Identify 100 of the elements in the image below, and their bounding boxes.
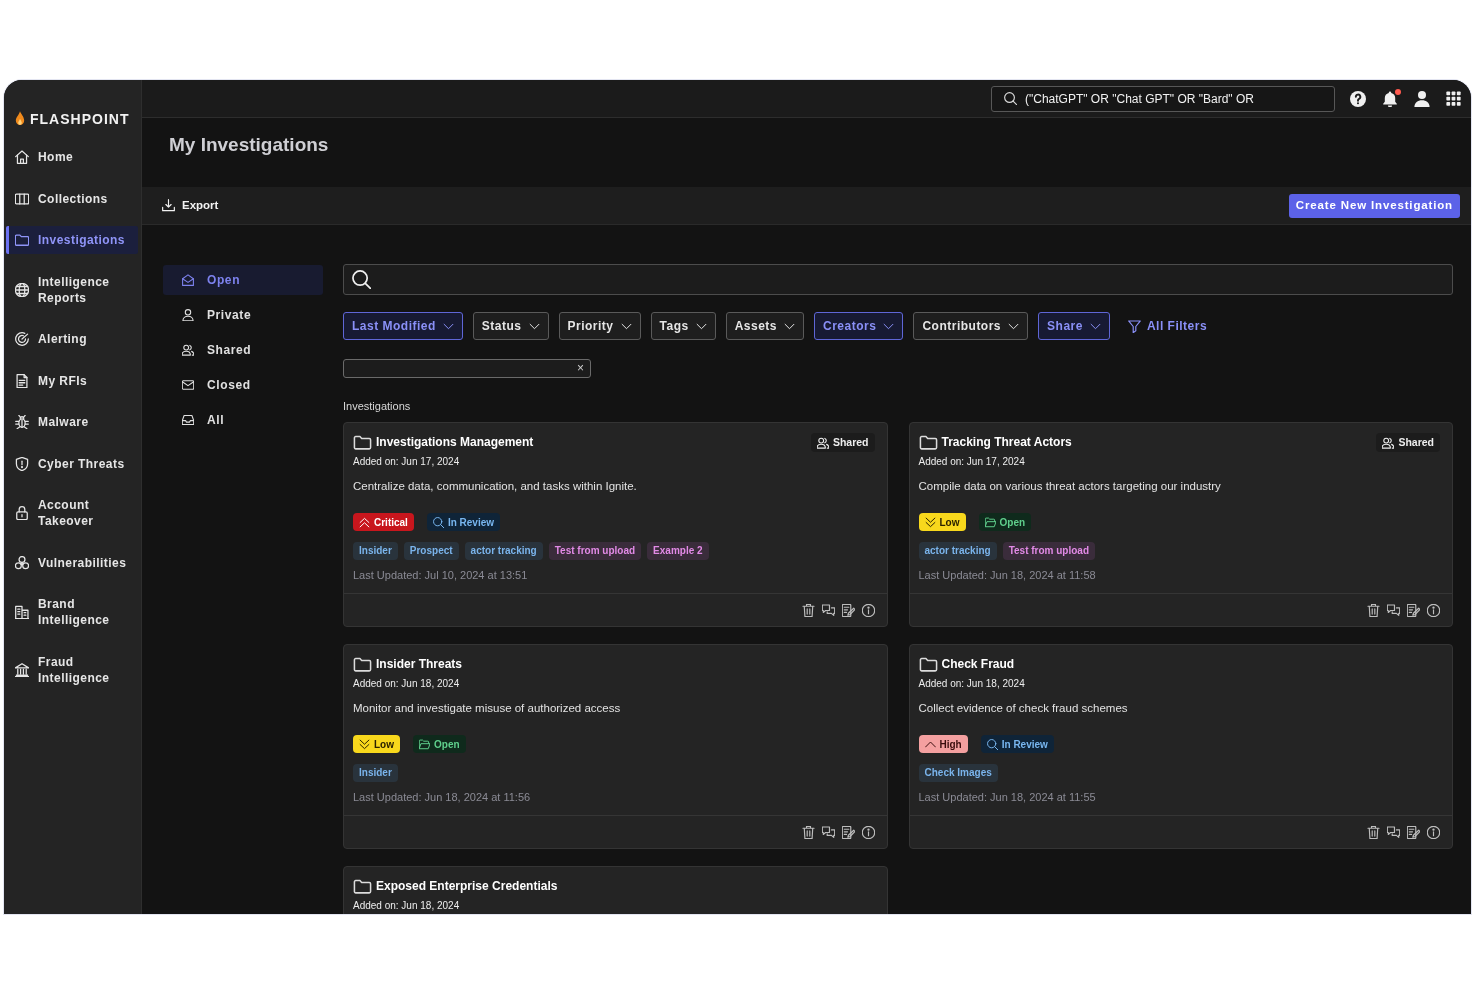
filter-dropdown[interactable]: Last Modified	[343, 312, 463, 340]
description-text: Collect evidence of check fraud schemes	[918, 701, 1129, 716]
last-updated-text: Last Updated: Jun 18, 2024 at 11:56	[353, 790, 532, 804]
info-icon[interactable]	[861, 603, 875, 617]
edit-icon[interactable]	[1407, 825, 1420, 839]
filter-dropdown[interactable]: Contributors	[913, 312, 1029, 340]
envelope-icon	[182, 379, 194, 391]
sidebar-item[interactable]: Cyber Threats	[6, 449, 138, 478]
added-date: Added on: Jun 18, 2024	[353, 899, 461, 913]
priority-badge: Low	[918, 513, 966, 531]
open-folder-icon	[419, 738, 430, 750]
priority-badge: Low	[353, 735, 400, 753]
investigation-title: Tracking Threat Actors	[941, 434, 1072, 451]
sidebar-item[interactable]: Intelligence Reports	[6, 267, 138, 312]
search-icon	[1004, 92, 1017, 105]
people-icon	[182, 344, 194, 356]
magnifier-icon	[986, 738, 998, 750]
bell-icon[interactable]	[1382, 90, 1398, 107]
added-date: Added on: Jun 18, 2024	[353, 677, 461, 691]
trash-icon[interactable]	[801, 825, 815, 839]
trash-icon[interactable]	[1367, 825, 1380, 839]
sidebar-item[interactable]: Brand Intelligence	[6, 590, 138, 634]
sidebar-item[interactable]: Alerting	[6, 325, 138, 353]
filter-dropdown[interactable]: Assets	[725, 312, 805, 340]
view-nav-item[interactable]: Shared	[163, 335, 323, 365]
sidebar-item[interactable]: Investigations	[6, 226, 138, 254]
chat-icon[interactable]	[1387, 603, 1400, 617]
inbox-icon	[182, 414, 194, 426]
investigation-title: Investigations Management	[376, 434, 534, 451]
filter-input[interactable]	[343, 359, 591, 378]
tag-chip: Prospect	[403, 542, 459, 560]
chat-icon[interactable]	[821, 603, 835, 617]
filter-dropdown[interactable]: Creators	[814, 312, 904, 340]
user-icon[interactable]	[1414, 90, 1430, 107]
chat-icon[interactable]	[821, 825, 835, 839]
bank-icon	[15, 662, 29, 677]
chat-icon[interactable]	[1387, 825, 1400, 839]
last-updated-text: Last Updated: Jul 10, 2024 at 13:51	[353, 568, 529, 582]
info-icon[interactable]	[1427, 603, 1440, 617]
trash-icon[interactable]	[801, 603, 815, 617]
person-icon	[182, 309, 194, 321]
lock-icon	[15, 506, 29, 520]
status-badge: Open	[978, 513, 1032, 531]
description-text: Monitor and investigate misuse of authorized access	[353, 701, 622, 716]
folder-icon	[918, 433, 938, 451]
sidebar-item[interactable]: Vulnerabilities	[6, 548, 138, 577]
search-field[interactable]: ("ChatGPT" OR "Chat GPT" OR "Bard" OR	[991, 85, 1335, 112]
folder-icon	[15, 233, 29, 247]
create-investigation-button[interactable]: Create New Investigation	[1288, 193, 1460, 218]
view-nav-item[interactable]: All	[163, 405, 323, 435]
tag-chip: Insider	[353, 764, 398, 782]
double-chevron-down-icon	[359, 738, 370, 750]
globe-icon	[15, 282, 29, 297]
help-icon[interactable]	[1350, 90, 1366, 107]
apps-grid-icon[interactable]	[1446, 91, 1461, 106]
logo-text: FLASHPOINT	[30, 110, 130, 129]
tag-chip: Example 2	[647, 542, 709, 560]
view-nav-item[interactable]: Private	[163, 300, 323, 330]
all-filters-link[interactable]: All Filters	[1127, 317, 1208, 335]
sidebar-item[interactable]: Malware	[6, 408, 138, 436]
download-icon	[162, 199, 175, 212]
sidebar-item[interactable]: Fraud Intelligence	[6, 647, 138, 692]
sidebar-item[interactable]: My RFIs	[6, 366, 138, 395]
shared-chip: Shared	[810, 433, 875, 452]
status-badge: In Review	[426, 513, 501, 531]
people-icon	[1382, 436, 1395, 449]
edit-icon[interactable]	[841, 603, 855, 617]
search-field[interactable]	[343, 264, 1453, 295]
description-text: Compile data on various threat actors targeting our industry	[918, 479, 1222, 494]
description-text: Centralize data, communication, and tasks within Ignite.	[353, 479, 638, 494]
view-nav-item[interactable]: Closed	[163, 370, 323, 400]
added-date: Added on: Jun 17, 2024	[353, 455, 461, 469]
folder-icon	[353, 433, 372, 451]
search-icon	[352, 270, 371, 289]
filter-dropdown[interactable]: Status	[472, 312, 549, 340]
trefoil-icon	[15, 555, 29, 570]
last-updated-text: Last Updated: Jun 18, 2024 at 11:55	[918, 790, 1097, 804]
folder-icon	[918, 655, 938, 673]
people-icon	[816, 436, 829, 449]
status-badge: Open	[413, 735, 466, 753]
export-button[interactable]: Export	[162, 196, 219, 215]
clear-button[interactable]: ×	[571, 360, 590, 377]
info-icon[interactable]	[861, 825, 875, 839]
edit-icon[interactable]	[1407, 603, 1420, 617]
info-icon[interactable]	[1427, 825, 1440, 839]
investigation-title: Insider Threats	[376, 656, 463, 673]
priority-badge: Critical	[353, 513, 414, 531]
view-nav-item[interactable]: Open	[163, 265, 323, 295]
edit-icon[interactable]	[841, 825, 855, 839]
filter-dropdown[interactable]: Tags	[650, 312, 716, 340]
filter-dropdown[interactable]: Priority	[558, 312, 641, 340]
sidebar-item[interactable]: Home	[6, 143, 138, 171]
trash-icon[interactable]	[1367, 603, 1380, 617]
magnifier-icon	[432, 516, 444, 528]
filter-dropdown[interactable]: Share	[1038, 312, 1110, 340]
sidebar-item[interactable]: Collections	[6, 184, 138, 213]
shared-chip: Shared	[1376, 433, 1440, 452]
sidebar-item[interactable]: Account Takeover	[6, 491, 138, 535]
investigation-title: Check Fraud	[941, 656, 1015, 673]
open-envelope-icon	[182, 274, 194, 286]
